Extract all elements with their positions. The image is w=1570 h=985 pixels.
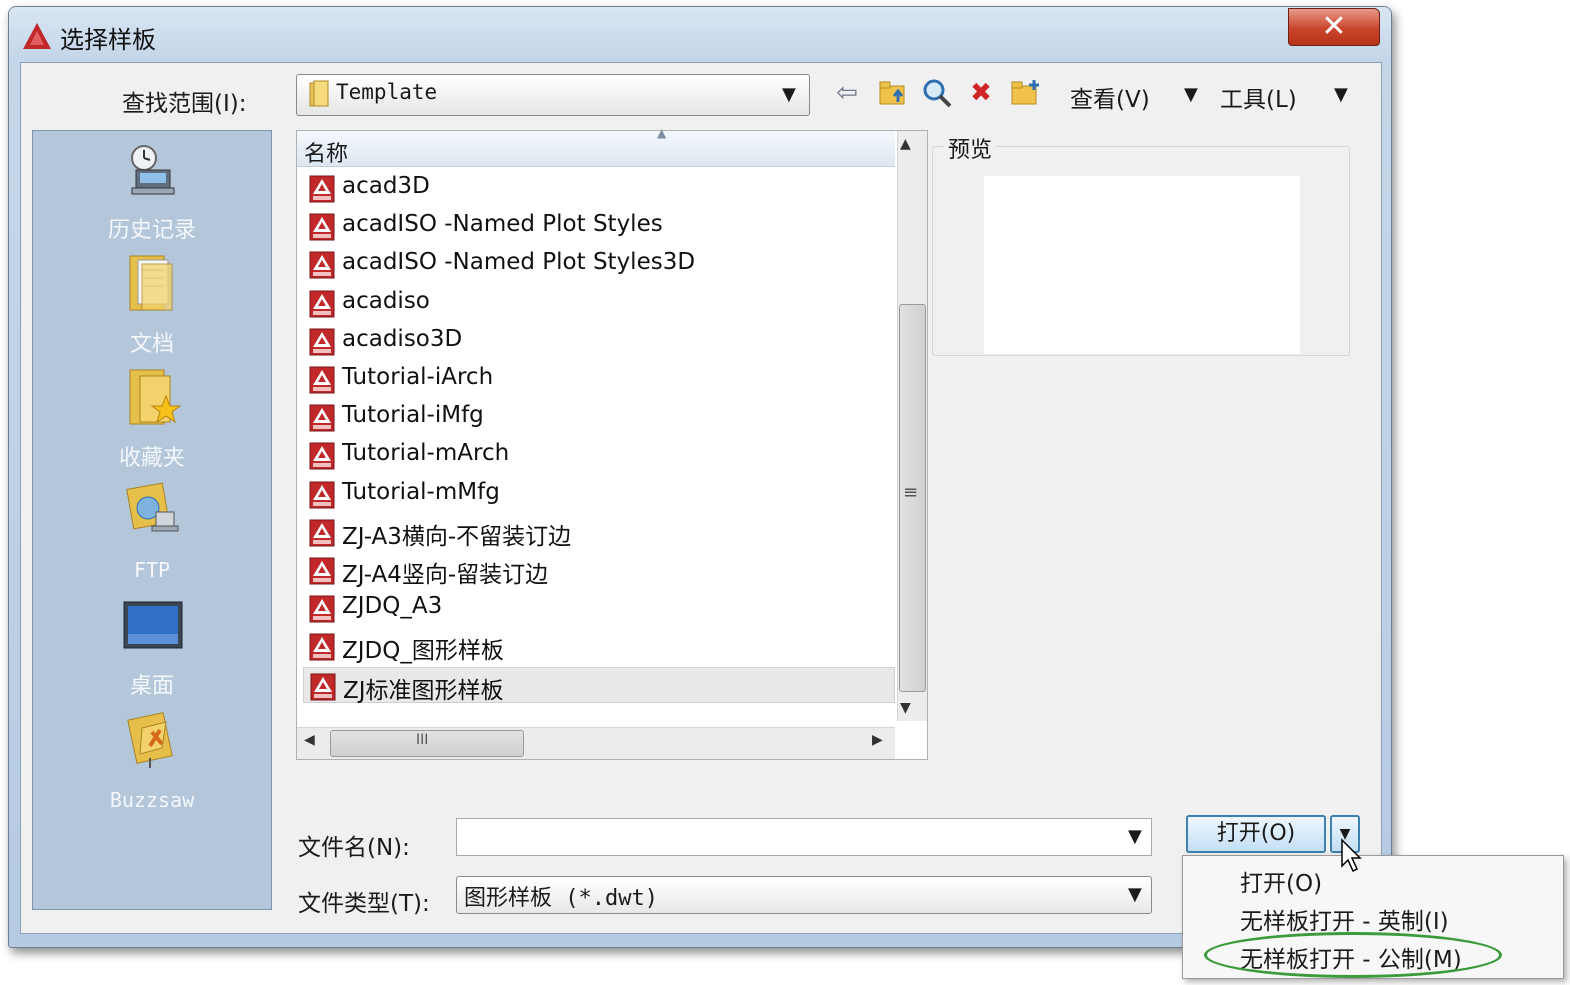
desktop-icon — [123, 601, 183, 649]
dwt-file-icon — [310, 673, 336, 701]
favorites-icon — [129, 369, 182, 425]
file-row[interactable]: ZJDQ_图形样板 — [303, 628, 895, 664]
place-documents-label: 文档 — [129, 332, 174, 357]
dwt-file-icon — [309, 328, 335, 356]
filetype-value: 图形样板 (*.dwt) — [464, 886, 658, 911]
place-favorites[interactable]: 收藏夹 — [32, 366, 272, 476]
place-buzzsaw-label: Buzzsaw — [109, 788, 195, 812]
file-row[interactable]: acadiso3D — [303, 323, 895, 359]
title-bar[interactable] — [9, 7, 1391, 65]
chevron-down-icon[interactable]: ▼ — [1184, 84, 1198, 105]
file-row[interactable]: Tutorial-mMfg — [303, 476, 895, 512]
file-name: ZJDQ_图形样板 — [342, 638, 504, 665]
chevron-down-icon[interactable]: ▼ — [1334, 84, 1348, 105]
file-row[interactable]: ZJ标准图形样板 — [303, 666, 895, 704]
place-history[interactable]: 历史记录 — [32, 140, 272, 250]
menu-item-open[interactable]: 打开(O) — [1240, 864, 1322, 898]
file-row[interactable]: ZJ-A4竖向-留装订边 — [303, 552, 895, 588]
place-desktop-label: 桌面 — [129, 674, 174, 699]
dwt-file-icon — [309, 366, 335, 394]
file-row[interactable]: ZJDQ_A3 — [303, 590, 895, 626]
filename-input[interactable] — [456, 818, 1152, 856]
file-row[interactable]: Tutorial-iArch — [303, 361, 895, 397]
dwt-file-icon — [309, 251, 335, 279]
autocad-app-icon — [23, 23, 51, 49]
file-name: ZJ-A4竖向-留装订边 — [342, 562, 549, 588]
views-menu[interactable]: 查看(V) — [1070, 80, 1150, 114]
dwt-file-icon — [309, 404, 335, 432]
place-buzzsaw[interactable]: Buzzsaw — [32, 708, 272, 818]
delete-icon[interactable]: ✖ — [964, 76, 998, 110]
scroll-up-icon[interactable]: ▲ — [900, 136, 911, 152]
dwt-file-icon — [309, 213, 335, 241]
dwt-file-icon — [309, 519, 335, 547]
back-icon[interactable]: ⇦ — [830, 76, 864, 110]
file-name: Tutorial-iArch — [342, 364, 494, 390]
place-history-label: 历史记录 — [107, 218, 196, 243]
file-row[interactable]: ZJ-A3横向-不留装订边 — [303, 514, 895, 550]
file-name: acadISO -Named Plot Styles3D — [342, 249, 696, 276]
open-button[interactable]: 打开(O) — [1186, 815, 1326, 853]
new-folder-icon[interactable] — [1008, 76, 1042, 110]
ftp-icon — [126, 482, 179, 532]
mouse-cursor-icon — [1341, 838, 1362, 873]
chevron-down-icon[interactable]: ▼ — [1128, 826, 1142, 847]
place-ftp[interactable]: FTP — [32, 480, 272, 590]
scroll-grip-icon: III — [416, 732, 429, 748]
history-icon — [131, 145, 175, 195]
file-name: Tutorial-iMfg — [342, 402, 484, 429]
dwt-file-icon — [309, 290, 335, 318]
lookin-label: 查找范围(I): — [122, 91, 247, 117]
window-title: 选择样板 — [60, 26, 156, 54]
tools-menu[interactable]: 工具(L) — [1220, 80, 1297, 114]
file-name: acadiso — [342, 287, 430, 314]
scroll-grip-icon: ≡ — [903, 482, 919, 503]
file-row[interactable]: acad3D — [303, 170, 895, 206]
file-row[interactable]: Tutorial-iMfg — [303, 399, 895, 435]
preview-label: 预览 — [944, 132, 997, 164]
dwt-file-icon — [309, 557, 335, 585]
menu-item-open-no-template-imperial[interactable]: 无样板打开 - 英制(I) — [1240, 902, 1449, 936]
file-row[interactable]: acadISO -Named Plot Styles — [303, 208, 895, 244]
scroll-down-icon[interactable]: ▼ — [900, 700, 911, 716]
file-name: Tutorial-mMfg — [342, 478, 500, 505]
place-desktop[interactable]: 桌面 — [32, 596, 272, 706]
filename-label: 文件名(N): — [298, 835, 410, 861]
place-favorites-label: 收藏夹 — [118, 446, 185, 471]
place-documents[interactable]: 文档 — [32, 252, 272, 362]
dwt-file-icon — [309, 595, 335, 623]
file-row[interactable]: acadISO -Named Plot Styles3D — [303, 246, 895, 282]
close-button[interactable]: ✕ — [1288, 8, 1380, 46]
filetype-label: 文件类型(T): — [298, 891, 430, 917]
chevron-down-icon[interactable]: ▼ — [1128, 884, 1142, 905]
column-header-name[interactable] — [297, 131, 895, 167]
up-folder-icon[interactable] — [876, 76, 910, 110]
file-row[interactable]: Tutorial-mArch — [303, 437, 895, 473]
place-ftp-label: FTP — [133, 558, 171, 582]
file-row[interactable]: acadiso — [303, 285, 895, 321]
search-web-icon[interactable] — [920, 76, 954, 110]
file-name: acadISO -Named Plot Styles — [342, 211, 663, 238]
dwt-file-icon — [309, 481, 335, 509]
file-name: Tutorial-mArch — [342, 440, 510, 467]
highlight-ellipse — [1204, 932, 1502, 978]
file-name: acadiso3D — [342, 325, 463, 352]
file-name: acad3D — [342, 173, 430, 199]
column-header-label: 名称 — [304, 142, 349, 167]
buzzsaw-icon — [127, 712, 173, 768]
file-name: ZJ标准图形样板 — [343, 677, 504, 704]
documents-icon — [129, 255, 173, 311]
preview-image — [984, 176, 1300, 354]
sort-ascending-icon: ▲ — [657, 126, 667, 140]
scroll-left-icon[interactable]: ◀ — [304, 732, 315, 748]
dwt-file-icon — [309, 442, 335, 470]
file-name: ZJDQ_A3 — [342, 593, 443, 620]
lookin-value: Template — [336, 80, 438, 104]
folder-icon — [309, 80, 329, 107]
chevron-down-icon[interactable]: ▼ — [782, 84, 796, 105]
file-name: ZJ-A3横向-不留装订边 — [342, 523, 572, 550]
scroll-right-icon[interactable]: ▶ — [872, 732, 883, 748]
dwt-file-icon — [309, 175, 335, 203]
dwt-file-icon — [309, 633, 335, 661]
